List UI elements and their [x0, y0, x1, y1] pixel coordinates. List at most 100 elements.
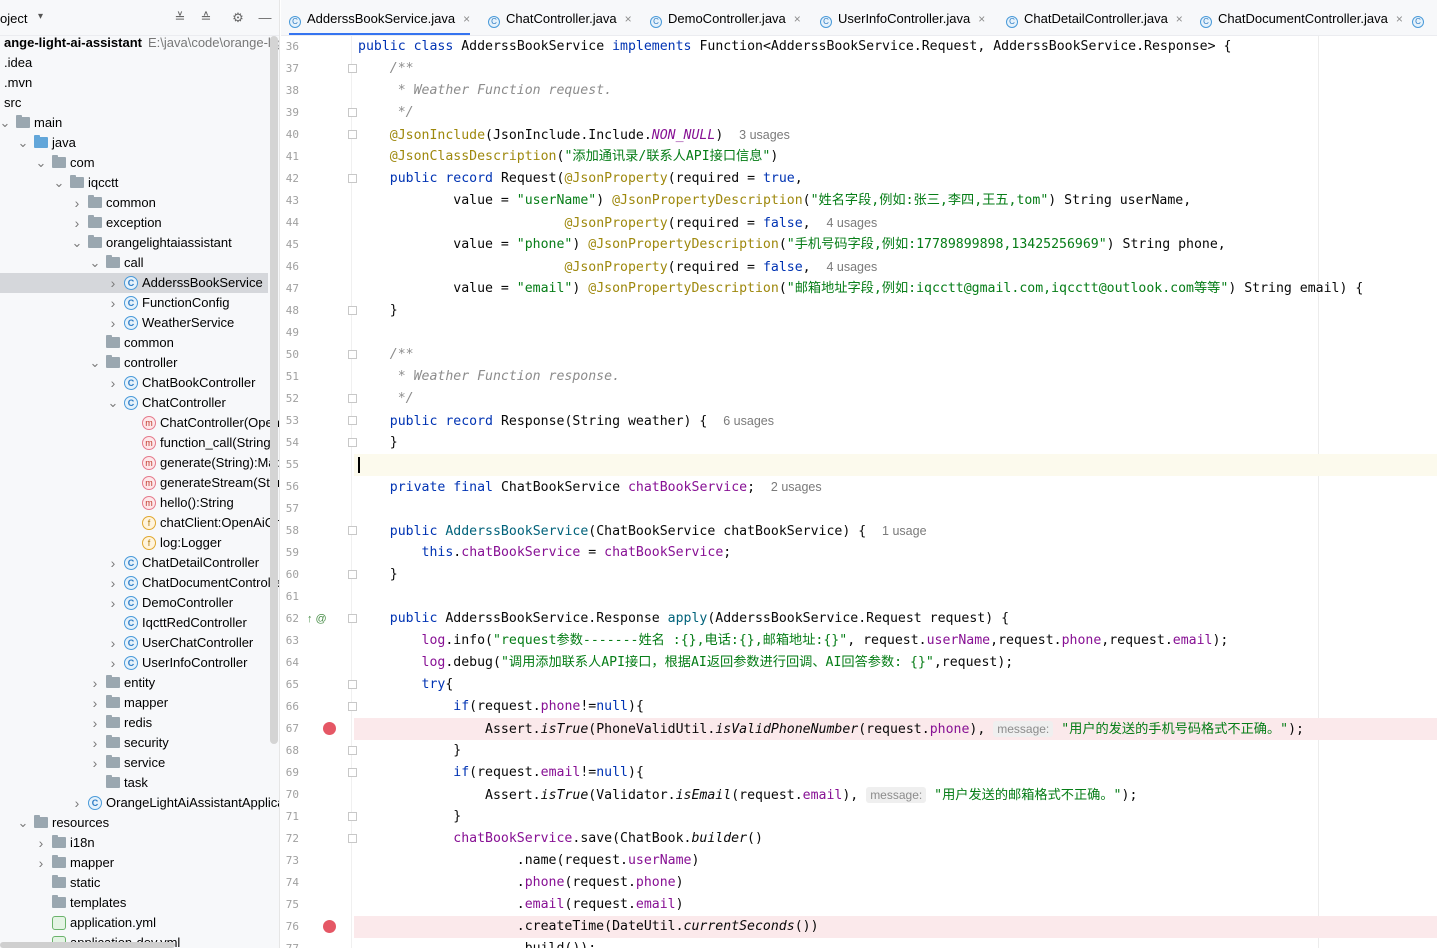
tree-item[interactable]: › C ChatDetailController	[0, 553, 268, 573]
code-line[interactable]: Assert.isTrue(Validator.isEmail(request.…	[354, 784, 1437, 806]
code-line[interactable]: if(request.email!=null){	[354, 762, 1437, 784]
chevron-right-icon[interactable]: ›	[106, 273, 120, 293]
tree-item[interactable]: › security	[0, 733, 268, 753]
code-line[interactable]: log.info("request参数-------姓名 :{},电话:{},邮…	[354, 630, 1437, 652]
close-icon[interactable]: ×	[463, 12, 470, 26]
tree-item[interactable]: › mapper	[0, 693, 268, 713]
code-line[interactable]: public class AdderssBookService implemen…	[354, 36, 1437, 58]
chevron-down-icon[interactable]: ⌄	[106, 393, 120, 413]
code-line[interactable]: @JsonInclude(JsonInclude.Include.NON_NUL…	[354, 124, 1437, 146]
code-line[interactable]: * Weather Function request.	[354, 80, 1437, 102]
code-line[interactable]: value = "userName") @JsonPropertyDescrip…	[354, 190, 1437, 212]
breakpoint-icon[interactable]	[323, 920, 336, 933]
code-line[interactable]: chatBookService.save(ChatBook.builder()	[354, 828, 1437, 850]
override-icon[interactable]: ↑ @	[307, 608, 327, 630]
close-icon[interactable]: ×	[625, 12, 632, 26]
tree-item[interactable]: › redis	[0, 713, 268, 733]
chevron-down-icon[interactable]: ⌄	[16, 133, 30, 153]
code-line[interactable]: @JsonProperty(required = false, 4 usages	[354, 256, 1437, 278]
code-line[interactable]: }	[354, 564, 1437, 586]
chevron-right-icon[interactable]: ›	[106, 653, 120, 673]
usages-hint[interactable]: 4 usages	[826, 260, 877, 274]
tree-item[interactable]: ⌄ controller	[0, 353, 268, 373]
code-line[interactable]	[354, 322, 1437, 344]
code-line[interactable]	[354, 586, 1437, 608]
chevron-right-icon[interactable]: ›	[34, 853, 48, 873]
code-line[interactable]: * Weather Function response.	[354, 366, 1437, 388]
tree-item[interactable]: ⌄ C ChatController	[0, 393, 268, 413]
code-line[interactable]: .createTime(DateUtil.currentSeconds())	[354, 916, 1437, 938]
tree-item[interactable]: .idea	[0, 53, 268, 73]
chevron-right-icon[interactable]: ›	[106, 553, 120, 573]
tree-item[interactable]: .mvn	[0, 73, 268, 93]
editor-tab[interactable]: C UserInfoController.java ×	[820, 0, 985, 35]
tree-item[interactable]: › C WeatherService	[0, 313, 268, 333]
tree-scrollbar[interactable]	[270, 36, 278, 744]
code-line[interactable]: @JsonClassDescription("添加通讯录/联系人API接口信息"…	[354, 146, 1437, 168]
editor-tab[interactable]: C ChatController.java ×	[488, 0, 632, 35]
close-icon[interactable]: ×	[1176, 12, 1183, 26]
tree-horizontal-scrollbar[interactable]	[0, 942, 175, 948]
chevron-right-icon[interactable]: ›	[88, 673, 102, 693]
chevron-right-icon[interactable]: ›	[106, 373, 120, 393]
tree-item[interactable]: › entity	[0, 673, 268, 693]
tree-item[interactable]: C IqcttRedController	[0, 613, 268, 633]
tree-item[interactable]: static	[0, 873, 268, 893]
code-line[interactable]: */	[354, 102, 1437, 124]
tree-item[interactable]: › C OrangeLightAiAssistantApplica	[0, 793, 279, 813]
tree-item[interactable]: common	[0, 333, 268, 353]
tree-item[interactable]: ⌄ main	[0, 113, 268, 133]
usages-hint[interactable]: 3 usages	[739, 128, 790, 142]
chevron-right-icon[interactable]: ›	[106, 633, 120, 653]
tree-item[interactable]: › common	[0, 193, 268, 213]
chevron-down-icon[interactable]: ⌄	[52, 173, 66, 193]
tree-item[interactable]: src	[0, 93, 268, 113]
editor-tab[interactable]: C ChatDocumentController.java ×	[1200, 0, 1403, 35]
editor-tab[interactable]: C ChatDetailController.java ×	[1006, 0, 1183, 35]
chevron-down-icon[interactable]: ⌄	[0, 113, 12, 133]
tree-item[interactable]: ⌄ java	[0, 133, 268, 153]
editor-gutter[interactable]: 36 37 38 39 40 41 42 43 44 45 46 47 48 49 50 51 52 53 54 55…	[281, 36, 357, 948]
tree-item[interactable]: m hello():String	[0, 493, 268, 513]
tree-item[interactable]: f chatClient:OpenAiChatC	[0, 513, 279, 533]
chevron-down-icon[interactable]: ⌄	[70, 233, 84, 253]
code-line[interactable]: public record Request(@JsonProperty(requ…	[354, 168, 1437, 190]
chevron-down-icon[interactable]: ⌄	[88, 353, 102, 373]
tree-item[interactable]: › exception	[0, 213, 268, 233]
project-panel-title[interactable]: oject	[0, 11, 27, 26]
code-line[interactable]: /**	[354, 58, 1437, 80]
tree-item[interactable]: task	[0, 773, 268, 793]
tree-item[interactable]: › C UserChatController	[0, 633, 268, 653]
chevron-down-icon[interactable]: ⌄	[16, 813, 30, 833]
chevron-right-icon[interactable]: ›	[70, 793, 84, 813]
chevron-right-icon[interactable]: ›	[106, 313, 120, 333]
tree-item[interactable]: › C UserInfoController	[0, 653, 268, 673]
tree-item[interactable]: › mapper	[0, 853, 268, 873]
tree-item[interactable]: f log:Logger	[0, 533, 268, 553]
code-line[interactable]: .build());	[354, 938, 1437, 948]
editor-tab[interactable]: C AdderssBookService.java ×	[289, 0, 471, 35]
code-line[interactable]: public record Response(String weather) {…	[354, 410, 1437, 432]
tree-item[interactable]: › C ChatDocumentController	[0, 573, 279, 593]
tree-item[interactable]: ⌄ call	[0, 253, 268, 273]
tree-item[interactable]: › C ChatBookController	[0, 373, 268, 393]
chevron-right-icon[interactable]: ›	[106, 573, 120, 593]
code-line[interactable]: }	[354, 300, 1437, 322]
tree-item[interactable]: ⌄ resources	[0, 813, 268, 833]
chevron-right-icon[interactable]: ›	[88, 693, 102, 713]
chevron-down-icon[interactable]: ▾	[38, 11, 43, 22]
chevron-down-icon[interactable]: ⌄	[88, 253, 102, 273]
editor-tab[interactable]: C DemoController.java ×	[650, 0, 801, 35]
chevron-right-icon[interactable]: ›	[88, 733, 102, 753]
collapse-all-icon[interactable]: ≚	[172, 10, 188, 26]
tree-item[interactable]: application.yml	[0, 913, 268, 933]
tree-item[interactable]: ange-light-ai-assistant E:\java\code\oran…	[0, 33, 279, 53]
gear-icon[interactable]: ⚙	[230, 10, 246, 26]
code-editor[interactable]: 36 37 38 39 40 41 42 43 44 45 46 47 48 49 50 51 52 53 54 55…	[281, 36, 1437, 948]
close-icon[interactable]: ×	[978, 12, 985, 26]
usages-hint[interactable]: 6 usages	[723, 414, 774, 428]
tree-item[interactable]: ⌄ com	[0, 153, 268, 173]
minimize-icon[interactable]: —	[257, 10, 273, 26]
code-line[interactable]: value = "email") @JsonPropertyDescriptio…	[354, 278, 1437, 300]
chevron-right-icon[interactable]: ›	[106, 593, 120, 613]
